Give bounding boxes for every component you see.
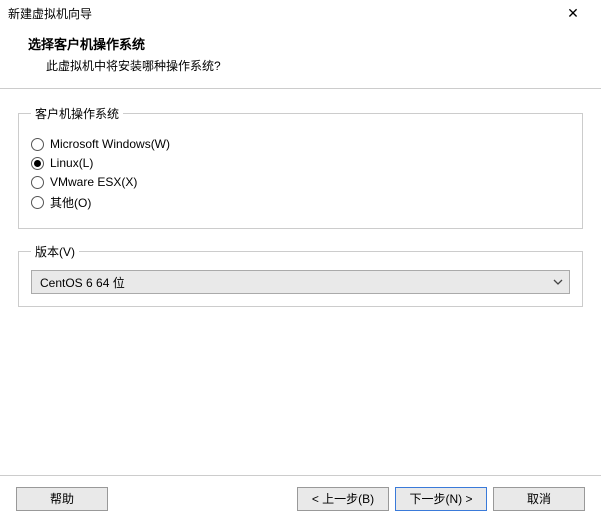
radio-icon	[31, 157, 44, 170]
back-button[interactable]: < 上一步(B)	[297, 487, 389, 511]
titlebar: 新建虚拟机向导 ✕	[0, 0, 601, 26]
page-subtitle: 此虚拟机中将安装哪种操作系统?	[28, 57, 577, 74]
chevron-down-icon	[553, 277, 563, 287]
radio-icon	[31, 176, 44, 189]
window-title: 新建虚拟机向导	[8, 5, 92, 22]
version-legend: 版本(V)	[31, 243, 79, 260]
radio-linux[interactable]: Linux(L)	[31, 156, 570, 170]
version-group: 版本(V) CentOS 6 64 位	[18, 243, 583, 307]
close-button[interactable]: ✕	[553, 2, 593, 24]
guest-os-group: 客户机操作系统 Microsoft Windows(W) Linux(L) VM…	[18, 105, 583, 229]
help-button[interactable]: 帮助	[16, 487, 108, 511]
radio-vmware-esx[interactable]: VMware ESX(X)	[31, 175, 570, 189]
radio-label: Linux(L)	[50, 156, 93, 170]
radio-windows[interactable]: Microsoft Windows(W)	[31, 137, 570, 151]
radio-label: VMware ESX(X)	[50, 175, 137, 189]
version-select[interactable]: CentOS 6 64 位	[31, 270, 570, 294]
page-title: 选择客户机操作系统	[28, 34, 577, 53]
version-select-value: CentOS 6 64 位	[40, 274, 125, 291]
cancel-button[interactable]: 取消	[493, 487, 585, 511]
radio-label: 其他(O)	[50, 194, 91, 211]
wizard-footer: 帮助 < 上一步(B) 下一步(N) > 取消	[0, 475, 601, 521]
close-icon: ✕	[567, 5, 579, 22]
guest-os-legend: 客户机操作系统	[31, 105, 123, 122]
next-button[interactable]: 下一步(N) >	[395, 487, 487, 511]
radio-icon	[31, 138, 44, 151]
radio-icon	[31, 196, 44, 209]
wizard-header: 选择客户机操作系统 此虚拟机中将安装哪种操作系统?	[0, 26, 601, 89]
radio-other[interactable]: 其他(O)	[31, 194, 570, 211]
wizard-content: 客户机操作系统 Microsoft Windows(W) Linux(L) VM…	[0, 89, 601, 307]
radio-label: Microsoft Windows(W)	[50, 137, 170, 151]
